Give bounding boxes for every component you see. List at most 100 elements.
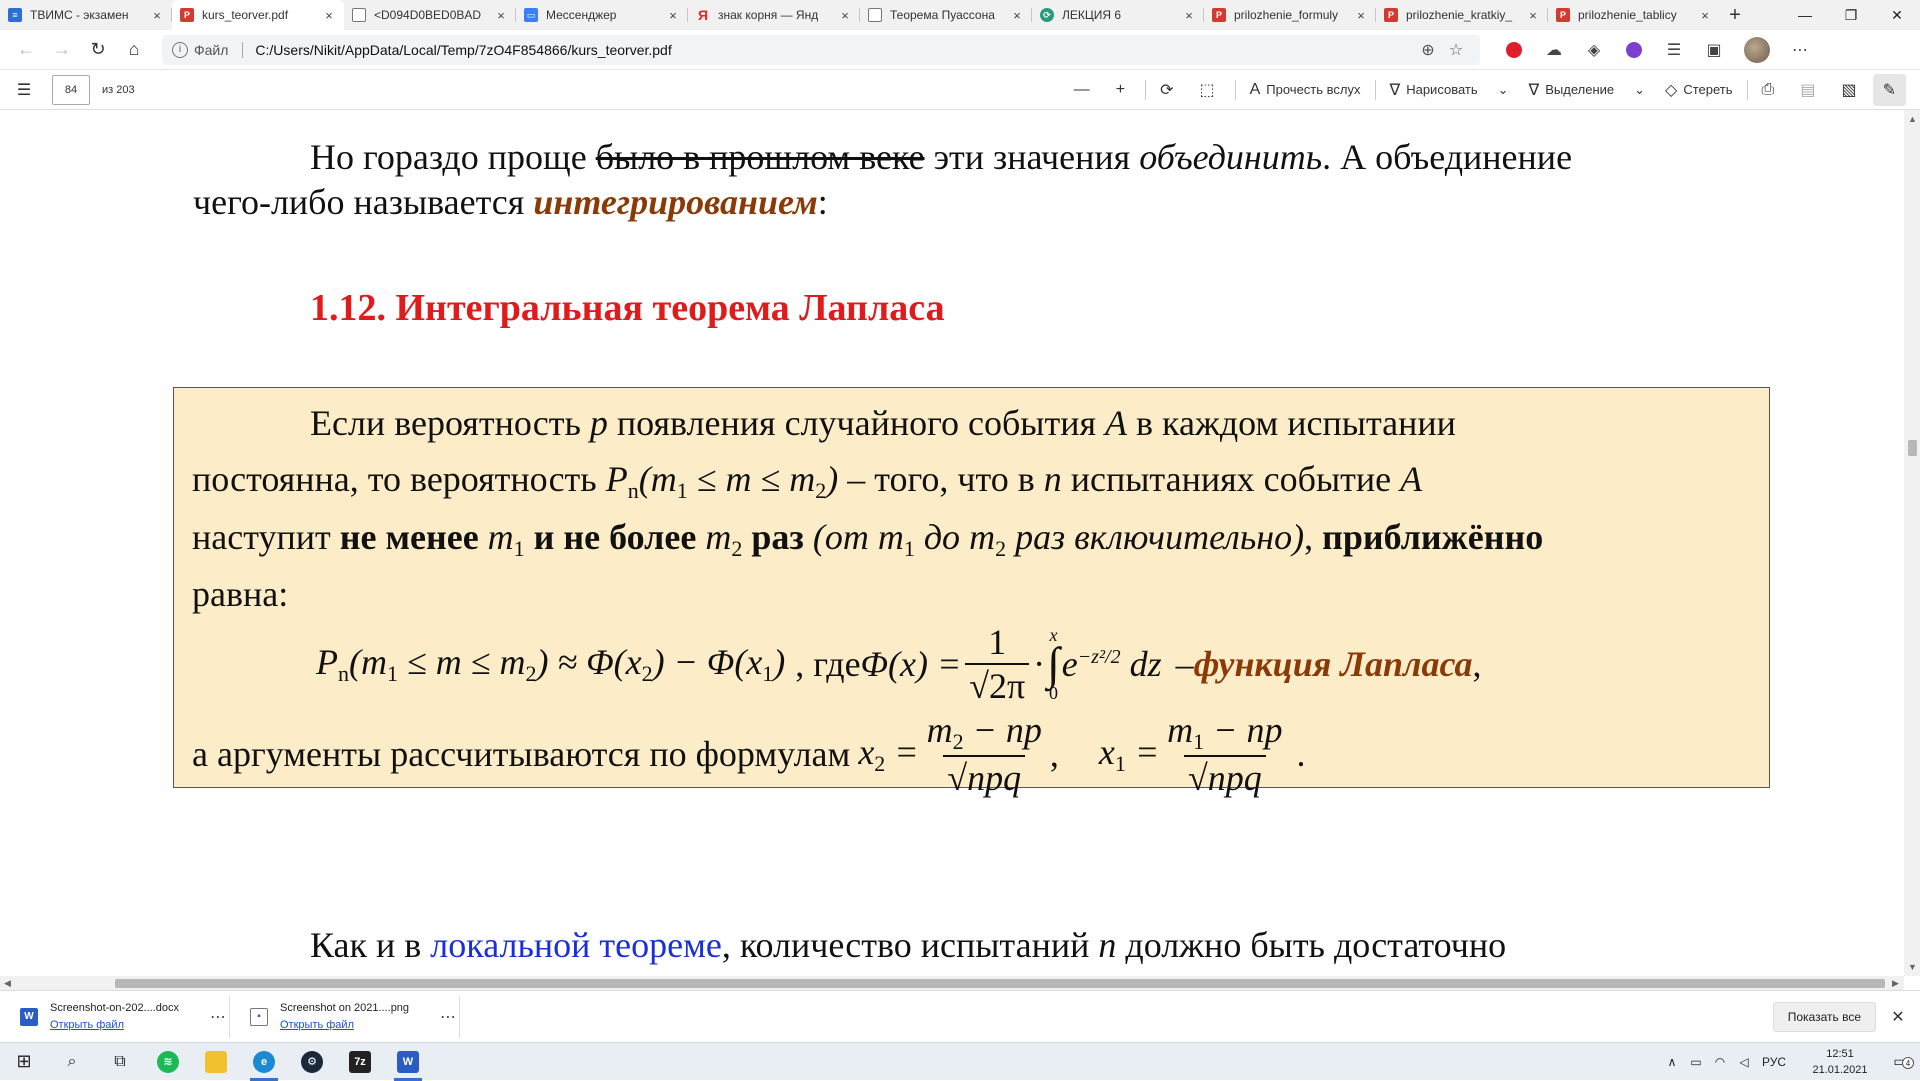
zoom-out-button[interactable]: — — [1064, 74, 1106, 106]
close-icon[interactable]: × — [322, 8, 336, 23]
tab-tvims[interactable]: ≡ ТВИМС - экзамен × — [0, 0, 172, 30]
collections-icon[interactable]: ▣ — [1694, 34, 1734, 66]
tab-yandex[interactable]: Язнак корня — Янд × — [688, 0, 860, 30]
horizontal-scroll-thumb[interactable] — [115, 979, 1885, 988]
pin-toolbar-button[interactable]: ✎ — [1872, 73, 1906, 106]
7zip-app[interactable]: 7z — [336, 1043, 384, 1081]
folder-icon — [205, 1050, 227, 1073]
wifi-icon[interactable]: ◠ — [1708, 1055, 1732, 1069]
zoom-in-button[interactable]: + — [1106, 74, 1141, 106]
tab-poisson[interactable]: Теорема Пуассона × — [860, 0, 1032, 30]
close-icon[interactable]: × — [1182, 8, 1196, 23]
highlight-button[interactable]: ∇ Выделение — [1519, 74, 1625, 106]
close-icon[interactable]: × — [494, 8, 508, 23]
pdf-viewer[interactable]: Но гораздо проще было в прошлом веке эти… — [0, 110, 1904, 976]
pdf-tools: — + ⟳ ⬚ A Прочесть вслух ∇ Нарисовать ⌄ ∇ В… — [1064, 73, 1920, 106]
printer-icon: ⎙ — [1761, 80, 1775, 98]
search-button[interactable]: ⌕ — [48, 1043, 96, 1081]
edge-app[interactable]: e — [240, 1043, 288, 1081]
save-as-button[interactable]: ▧ — [1831, 74, 1872, 106]
read-aloud-button[interactable]: A Прочесть вслух — [1240, 74, 1371, 106]
new-tab-button[interactable]: + — [1720, 0, 1750, 30]
local-theorem-link[interactable]: локальной теореме — [430, 925, 722, 965]
rotate-button[interactable]: ⟳ — [1150, 74, 1189, 106]
tab-messenger[interactable]: ▭ Мессенджер × — [516, 0, 688, 30]
home-button[interactable]: ⌂ — [116, 34, 152, 66]
horizontal-scrollbar[interactable]: ◀ ▶ — [0, 976, 1904, 990]
tab-kurs-teorver[interactable]: Pkurs_teorver.pdf × — [172, 0, 344, 30]
print-button[interactable]: ⎙ — [1752, 74, 1791, 106]
close-icon[interactable]: × — [1526, 8, 1540, 23]
close-icon[interactable]: × — [1698, 8, 1712, 23]
doc-icon: ≡ — [8, 8, 22, 22]
url-field[interactable]: i Файл C:/Users/Nikit/AppData/Local/Temp… — [162, 34, 1480, 65]
scroll-up-icon[interactable]: ▲ — [1908, 114, 1917, 124]
close-icon[interactable]: × — [150, 8, 164, 23]
download-item-docx[interactable]: W Screenshot-on-202....docx Открыть файл … — [4, 995, 230, 1038]
clock[interactable]: 12:51 21.01.2021 — [1800, 1046, 1880, 1078]
url-scheme-label: Файл — [194, 41, 229, 58]
image-icon: ▪ — [250, 1007, 268, 1026]
info-icon[interactable]: i — [172, 41, 188, 58]
battery-icon[interactable]: ▭ — [1684, 1055, 1708, 1069]
avatar[interactable] — [1744, 36, 1770, 63]
download-item-png[interactable]: ▪ Screenshot on 2021....png Открыть файл … — [234, 995, 460, 1038]
steam-app[interactable]: ⚙ — [288, 1043, 336, 1081]
tab-prilozhenie-formuly[interactable]: Pprilozhenie_formuly × — [1204, 0, 1376, 30]
close-icon[interactable]: × — [666, 8, 680, 23]
open-file-link[interactable]: Открыть файл — [50, 1017, 207, 1034]
show-all-button[interactable]: Показать все — [1772, 1001, 1876, 1032]
tab-prilozhenie-kratkiy[interactable]: Pprilozhenie_kratkiy_ × — [1376, 0, 1548, 30]
chevron-down-icon: ⌄ — [1634, 81, 1646, 97]
menu-icon[interactable]: ⋯ — [1780, 34, 1820, 66]
window-close-button[interactable]: ✕ — [1874, 0, 1920, 30]
close-icon[interactable]: × — [1354, 8, 1368, 23]
zoom-icon[interactable]: ⊕ — [1414, 40, 1442, 60]
cloud-extension-icon[interactable]: ☁ — [1534, 34, 1574, 66]
star-icon[interactable]: ☆ — [1442, 40, 1470, 60]
explorer-app[interactable] — [192, 1043, 240, 1081]
close-icon[interactable]: × — [1010, 8, 1024, 23]
vertical-scroll-thumb[interactable] — [1908, 440, 1917, 456]
table-of-contents-icon[interactable]: ☰ — [0, 80, 48, 100]
language-indicator[interactable]: РУС — [1756, 1055, 1792, 1069]
notifications-button[interactable]: ▭ 4 — [1880, 1053, 1920, 1070]
opera-extension-icon[interactable] — [1494, 34, 1534, 66]
draw-button[interactable]: ∇ Нарисовать — [1380, 74, 1488, 106]
minimize-button[interactable]: — — [1782, 0, 1828, 30]
task-view-button[interactable]: ⧉ — [96, 1043, 144, 1081]
page-number-input[interactable]: 84 — [52, 74, 90, 105]
volume-icon[interactable]: ◁ — [1732, 1055, 1756, 1069]
more-icon[interactable]: ⋯ — [207, 1007, 229, 1027]
open-file-link[interactable]: Открыть файл — [280, 1017, 437, 1034]
intro-paragraph-line2: чего-либо называется интегрированием: — [193, 182, 828, 222]
back-button[interactable]: ← — [8, 34, 44, 66]
close-downloads-icon[interactable]: ✕ — [1876, 1007, 1920, 1027]
scroll-left-icon[interactable]: ◀ — [4, 978, 11, 989]
tab-prilozhenie-tablicy[interactable]: Pprilozhenie_tablicy × — [1548, 0, 1720, 30]
more-icon[interactable]: ⋯ — [437, 1007, 459, 1027]
fit-page-button[interactable]: ⬚ — [1189, 74, 1230, 106]
erase-button[interactable]: ◇ Стереть — [1655, 74, 1743, 106]
url-text[interactable]: C:/Users/Nikit/AppData/Local/Temp/7zO4F8… — [255, 42, 1414, 58]
word-app[interactable]: W — [384, 1043, 432, 1081]
tab-lecture6[interactable]: ⟳ ЛЕКЦИЯ 6 × — [1032, 0, 1204, 30]
chevron-up-icon[interactable]: ∧ — [1660, 1055, 1684, 1069]
tab-d094[interactable]: <D094D0BED0BAD × — [344, 0, 516, 30]
vertical-scrollbar[interactable]: ▲ ▼ — [1904, 110, 1920, 976]
scroll-down-icon[interactable]: ▼ — [1908, 962, 1917, 972]
shield-extension-icon[interactable]: ◈ — [1574, 34, 1614, 66]
start-button[interactable]: ⊞ — [0, 1043, 48, 1081]
highlight-options-chevron[interactable]: ⌄ — [1624, 74, 1655, 106]
pin-icon: ✎ — [1882, 81, 1896, 99]
draw-options-chevron[interactable]: ⌄ — [1488, 74, 1519, 106]
purple-extension-icon[interactable] — [1614, 34, 1654, 66]
scroll-right-icon[interactable]: ▶ — [1892, 978, 1899, 989]
spotify-app[interactable]: ≋ — [144, 1043, 192, 1081]
forward-button[interactable]: → — [44, 34, 80, 66]
save-button[interactable]: ▤ — [1790, 74, 1831, 106]
refresh-button[interactable]: ↻ — [80, 34, 116, 66]
favorites-icon[interactable]: ☰ — [1654, 34, 1694, 66]
close-icon[interactable]: × — [838, 8, 852, 23]
restore-button[interactable]: ❐ — [1828, 0, 1874, 30]
